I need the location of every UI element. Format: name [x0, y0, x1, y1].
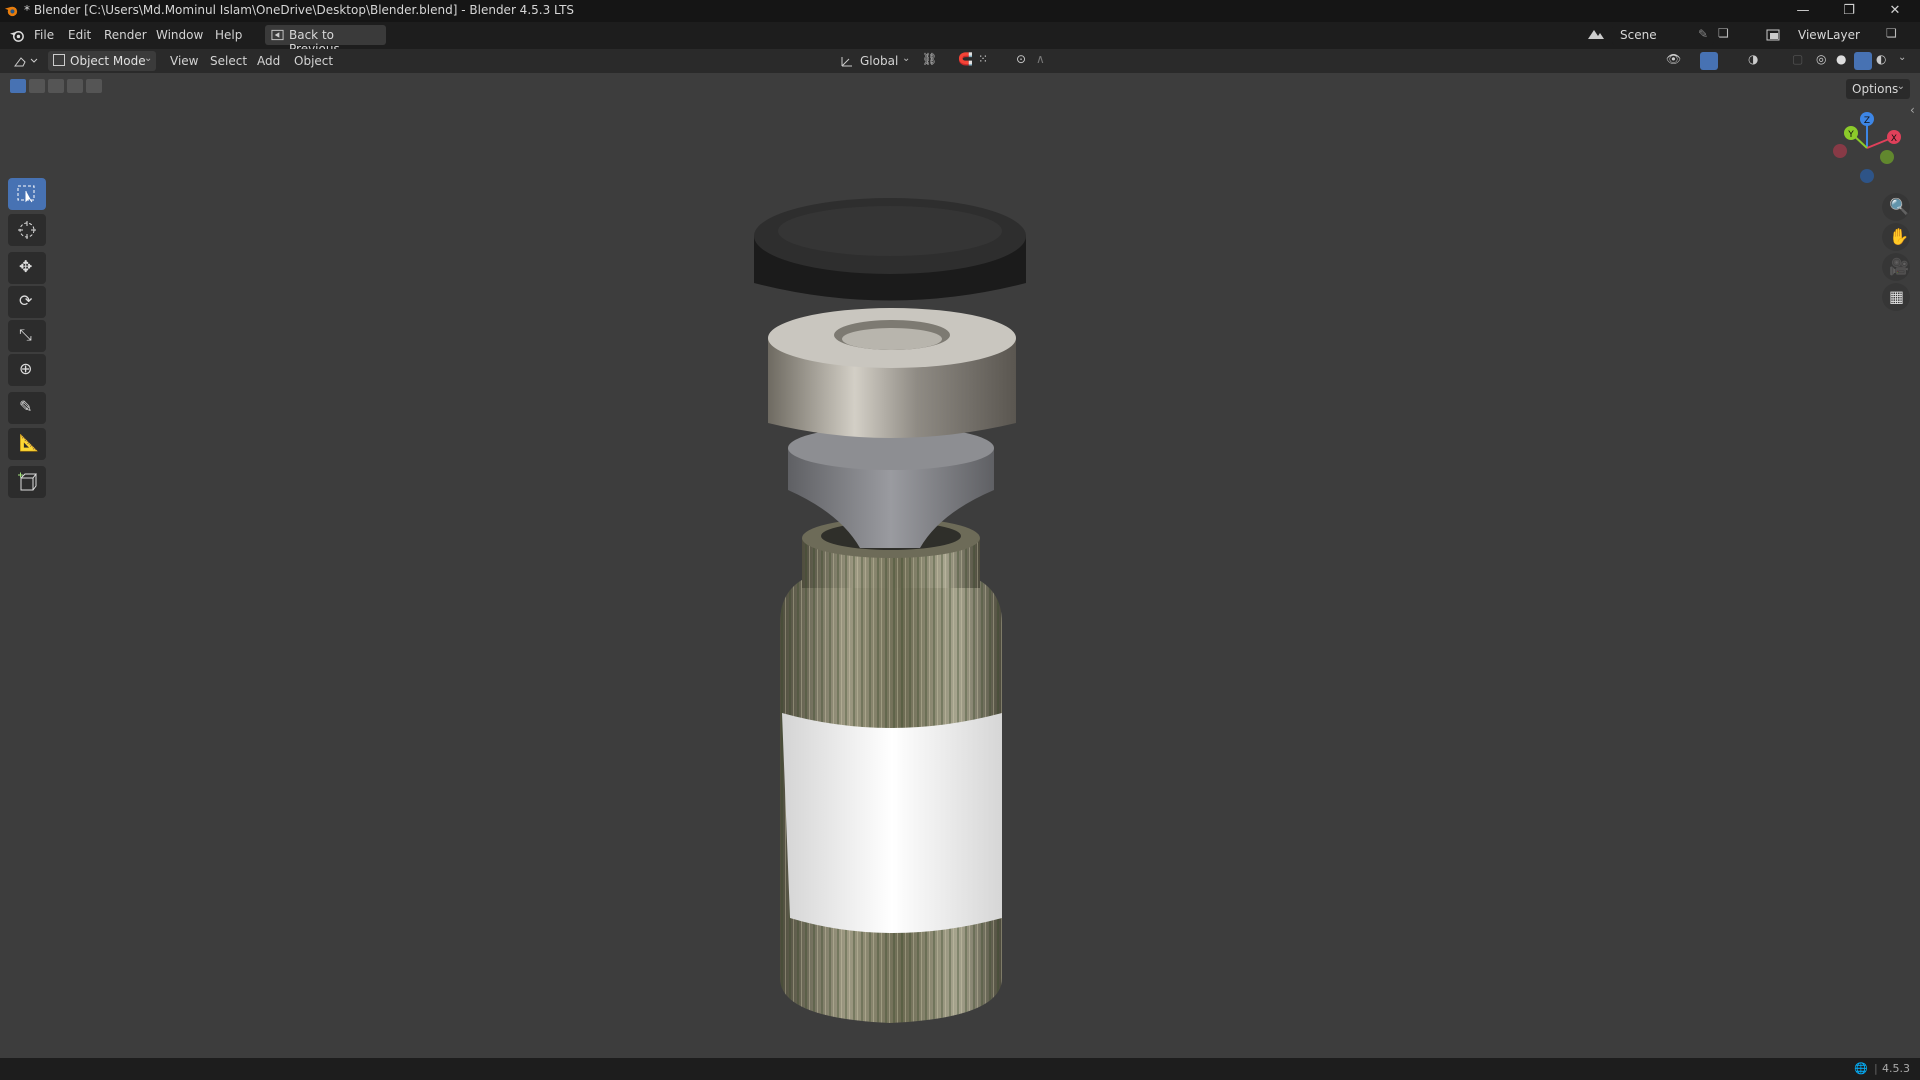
- wireframe-shading-icon[interactable]: ◎: [1816, 52, 1826, 66]
- select-box-icon: [17, 185, 35, 203]
- options-label: Options: [1852, 82, 1899, 96]
- window-title: * Blender [C:\Users\Md.Mominul Islam\One…: [24, 3, 575, 17]
- perspective-toggle-button[interactable]: ▦: [1882, 283, 1910, 311]
- scale-tool[interactable]: ⤡: [8, 320, 46, 352]
- select-mode-group: [10, 79, 110, 95]
- chevron-down-icon: ⌄: [1896, 81, 1905, 92]
- menu-edit[interactable]: Edit: [68, 28, 91, 42]
- scene-selector-icon[interactable]: [1586, 27, 1608, 43]
- version-label: 4.5.3: [1882, 1062, 1910, 1075]
- menu-select[interactable]: Select: [210, 54, 247, 68]
- object-mode-dropdown[interactable]: Object Mode ⌄: [48, 51, 156, 71]
- rotate-tool[interactable]: ⟳: [8, 286, 46, 318]
- menu-object[interactable]: Object: [294, 54, 333, 68]
- title-bar: * Blender [C:\Users\Md.Mominul Islam\One…: [0, 0, 1920, 22]
- menu-render[interactable]: Render: [104, 28, 147, 42]
- solid-shading-icon[interactable]: ●: [1836, 52, 1846, 66]
- menu-add[interactable]: Add: [257, 54, 280, 68]
- transform-orientation-dropdown[interactable]: Global ⌄: [838, 51, 914, 71]
- pin-icon[interactable]: ✎: [1698, 27, 1708, 41]
- view-layer-field[interactable]: ViewLayer: [1790, 25, 1882, 45]
- cursor-tool[interactable]: [8, 214, 46, 246]
- object-mode-icon: [53, 54, 65, 66]
- select-mode-subtract-icon[interactable]: [48, 79, 64, 93]
- menu-help[interactable]: Help: [215, 28, 242, 42]
- grid-icon: ▦: [1889, 287, 1905, 306]
- view-layer-icon[interactable]: [1764, 27, 1786, 43]
- sidebar-toggle-icon[interactable]: ‹: [1910, 103, 1915, 117]
- back-to-previous-button[interactable]: Back to Previous: [265, 25, 386, 56]
- scene-name: Scene: [1620, 28, 1657, 42]
- blender-logo-icon: [4, 6, 18, 17]
- maximize-button[interactable]: ❐: [1826, 0, 1872, 22]
- viewport-header: Object Mode ⌄ View Select Add Object Glo…: [0, 49, 1920, 73]
- screen-back-icon: [271, 29, 284, 41]
- menu-view[interactable]: View: [170, 54, 198, 68]
- overlay-icon[interactable]: ◑: [1748, 52, 1758, 66]
- new-view-layer-icon[interactable]: ❏: [1886, 26, 1897, 40]
- chevron-down-icon: ⌄: [144, 53, 153, 64]
- close-button[interactable]: ✕: [1872, 0, 1918, 22]
- transform-tool[interactable]: ⊕: [8, 354, 46, 386]
- transform-icon: ⊕: [19, 359, 33, 378]
- minimize-button[interactable]: —: [1780, 0, 1826, 22]
- rendered-shading-icon[interactable]: ◐: [1876, 52, 1886, 66]
- annotate-icon: ✎: [19, 397, 33, 416]
- editor-type-icon[interactable]: [12, 53, 38, 69]
- select-mode-intersect-icon[interactable]: [86, 79, 102, 93]
- options-dropdown[interactable]: Options ⌄: [1846, 79, 1910, 99]
- axis-x-label: X: [1891, 134, 1897, 144]
- orientation-label: Global: [860, 54, 899, 68]
- status-divider: |: [1874, 1062, 1878, 1075]
- select-mode-invert-icon[interactable]: [67, 79, 83, 93]
- blender-menu-icon[interactable]: [9, 28, 26, 43]
- select-mode-extend-icon[interactable]: [29, 79, 45, 93]
- rotate-icon: ⟳: [19, 291, 33, 310]
- measure-tool[interactable]: 📐: [8, 428, 46, 460]
- vial-3d-model[interactable]: [740, 118, 1040, 1028]
- status-bar: 🌐 | 4.5.3: [0, 1058, 1920, 1080]
- select-box-tool[interactable]: [8, 178, 46, 210]
- cursor-icon: [18, 221, 36, 239]
- snap-target-icon[interactable]: ⁙: [978, 52, 988, 66]
- select-mode-set-icon[interactable]: [10, 79, 26, 93]
- xray-icon[interactable]: ▢: [1792, 52, 1803, 66]
- falloff-icon[interactable]: ∧: [1036, 52, 1045, 66]
- 3d-viewport[interactable]: ✥ ⟳ ⤡ ⊕ ✎ 📐 Options ⌄ ‹ Z X Y 🔍 ✋ 🎥 ▦: [0, 73, 1920, 1058]
- chevron-down-icon: ⌄: [902, 53, 911, 64]
- hand-icon: ✋: [1889, 227, 1909, 246]
- view-layer-name: ViewLayer: [1798, 28, 1860, 42]
- camera-icon: 🎥: [1889, 257, 1909, 276]
- pivot-point-icon[interactable]: ⛓: [922, 52, 937, 66]
- measure-icon: 📐: [19, 433, 39, 452]
- visibility-icon[interactable]: 👁: [1666, 52, 1681, 66]
- network-icon: 🌐: [1854, 1062, 1868, 1075]
- camera-view-button[interactable]: 🎥: [1882, 253, 1910, 281]
- orientation-icon: [841, 57, 852, 67]
- move-icon: ✥: [19, 257, 33, 276]
- axis-z-label: Z: [1864, 116, 1870, 126]
- pan-button[interactable]: ✋: [1882, 223, 1910, 251]
- navigation-gizmo[interactable]: Z X Y: [1830, 111, 1904, 185]
- axis-y-label: Y: [1847, 130, 1854, 140]
- menu-window[interactable]: Window: [156, 28, 203, 42]
- add-cube-icon: [18, 472, 37, 491]
- move-tool[interactable]: ✥: [8, 252, 46, 284]
- gizmo-toggle-icon[interactable]: [1700, 52, 1718, 70]
- scene-field[interactable]: Scene ✎: [1612, 25, 1714, 45]
- proportional-edit-icon[interactable]: ⊙: [1016, 52, 1026, 66]
- mode-label: Object Mode: [70, 54, 146, 68]
- scale-icon: ⤡: [19, 325, 32, 344]
- shading-options-icon[interactable]: ⌄: [1898, 52, 1906, 63]
- menu-file[interactable]: File: [34, 28, 54, 42]
- add-cube-tool[interactable]: [8, 466, 46, 498]
- zoom-button[interactable]: 🔍: [1882, 193, 1910, 221]
- annotate-tool[interactable]: ✎: [8, 392, 46, 424]
- material-preview-icon[interactable]: [1854, 52, 1872, 70]
- snap-icon[interactable]: 🧲: [958, 52, 973, 66]
- top-menu-bar: File Edit Render Window Help Back to Pre…: [0, 22, 1920, 56]
- new-scene-icon[interactable]: ❏: [1718, 26, 1729, 40]
- zoom-icon: 🔍: [1889, 197, 1909, 216]
